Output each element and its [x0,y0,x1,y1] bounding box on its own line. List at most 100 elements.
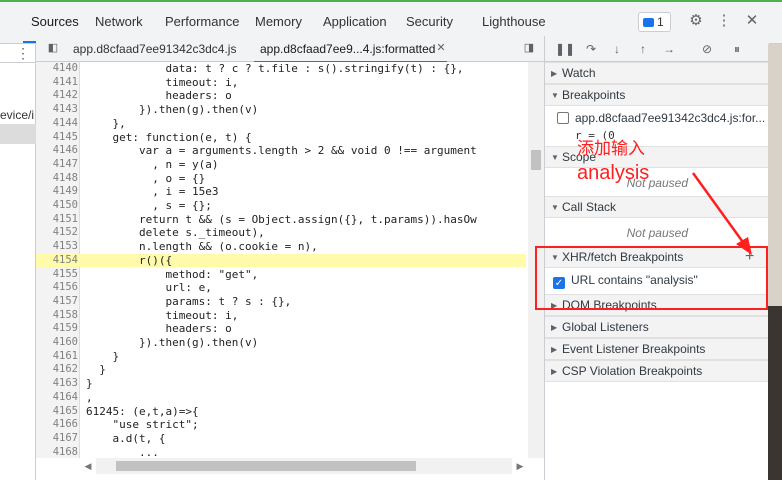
line-number[interactable]: 4162 [36,363,78,377]
gear-icon[interactable]: ⚙ [686,11,706,31]
code-line[interactable]: 4150 , s = {}; [36,199,526,213]
pause-icon[interactable]: ❚❚ [555,41,575,57]
line-number[interactable]: 4159 [36,322,78,336]
code-line[interactable]: 4146 var a = arguments.length > 2 && voi… [36,144,526,158]
toggle-navigator-icon[interactable]: ◧ [46,41,60,55]
code-editor[interactable]: 4140 data: t ? c ? t.file : s().stringif… [36,62,544,458]
more-vertical-icon[interactable]: ⋮ [714,11,734,31]
code-line[interactable]: 4144 }, [36,117,526,131]
code-line[interactable]: 4153 n.length && (o.cookie = n), [36,240,526,254]
line-number[interactable]: 4154 [36,254,78,268]
line-number[interactable]: 4149 [36,185,78,199]
code-line[interactable]: 4152 delete s._timeout), [36,226,526,240]
section-watch[interactable]: ▶ Watch [545,62,769,84]
line-number[interactable]: 4144 [36,117,78,131]
section-call-stack[interactable]: ▼ Call Stack [545,196,769,218]
scroll-thumb[interactable] [531,150,541,170]
navigator-item[interactable]: evice/i [0,108,34,122]
code-line[interactable]: 4148 , o = {} [36,172,526,186]
code-line[interactable]: 4141 timeout: i, [36,76,526,90]
issues-button[interactable]: 1 [638,12,671,32]
code-line[interactable]: 4157 params: t ? s : {}, [36,295,526,309]
line-number[interactable]: 4150 [36,199,78,213]
line-number[interactable]: 4143 [36,103,78,117]
code-line[interactable]: 4167 a.d(t, { [36,432,526,446]
code-line[interactable]: 4168 ... [36,446,526,458]
pause-on-exceptions-icon[interactable]: ⏸ [729,41,745,57]
code-line[interactable]: 4147 , n = y(a) [36,158,526,172]
line-number[interactable]: 4164 [36,391,78,405]
code-line[interactable]: 4163} [36,377,526,391]
code-line[interactable]: 4154 r()({ [36,253,526,268]
line-number[interactable]: 4157 [36,295,78,309]
line-number[interactable]: 4166 [36,418,78,432]
step-into-icon[interactable]: ↓ [609,41,625,57]
section-breakpoints[interactable]: ▼ Breakpoints [545,84,769,106]
scroll-left-icon[interactable]: ◀ [80,458,96,474]
line-number[interactable]: 4165 [36,405,78,419]
line-number[interactable]: 4156 [36,281,78,295]
close-tab-icon[interactable]: ✕ [434,41,448,55]
code-line[interactable]: 4159 headers: o [36,322,526,336]
tab-sources[interactable]: Sources [23,12,87,43]
line-number[interactable]: 4142 [36,89,78,103]
line-number[interactable]: 4151 [36,213,78,227]
line-number[interactable]: 4141 [36,76,78,90]
code-line[interactable]: 4151 return t && (s = Object.assign({}, … [36,213,526,227]
editor-horizontal-scrollbar[interactable] [96,458,512,474]
code-line[interactable]: 4161 } [36,350,526,364]
code-line[interactable]: 4162 } [36,363,526,377]
navigator-selected-row[interactable] [0,124,36,144]
line-number[interactable]: 4163 [36,377,78,391]
line-number[interactable]: 4148 [36,172,78,186]
toggle-debugger-icon[interactable]: ◨ [522,41,536,55]
code-line[interactable]: 4142 headers: o [36,89,526,103]
line-number[interactable]: 4153 [36,240,78,254]
tab-performance[interactable]: Performance [163,12,241,32]
section-global-listeners[interactable]: ▶ Global Listeners [545,316,769,338]
code-line[interactable]: 4140 data: t ? c ? t.file : s().stringif… [36,62,526,76]
file-tab-app-js[interactable]: app.d8cfaad7ee91342c3dc4.js [73,42,236,56]
code-line[interactable]: 4164, [36,391,526,405]
line-number[interactable]: 4158 [36,309,78,323]
line-number[interactable]: 4168 [36,446,78,458]
code-line[interactable]: 4166 "use strict"; [36,418,526,432]
breakpoint-checkbox[interactable] [557,112,569,124]
code-line[interactable]: 4155 method: "get", [36,268,526,282]
deactivate-breakpoints-icon[interactable]: ⊘ [699,41,715,57]
code-line[interactable]: 4160 }).then(g).then(v) [36,336,526,350]
tab-network[interactable]: Network [93,12,145,32]
tab-application[interactable]: Application [321,12,389,32]
section-csp-violation-breakpoints[interactable]: ▶ CSP Violation Breakpoints [545,360,769,382]
more-vertical-icon[interactable]: ⋮ [0,44,36,63]
tab-security[interactable]: Security [404,12,455,32]
background-window-edge [768,44,782,480]
line-number[interactable]: 4152 [36,226,78,240]
tab-memory[interactable]: Memory [253,12,304,32]
line-number[interactable]: 4167 [36,432,78,446]
code-text: } [86,377,93,391]
line-number[interactable]: 4146 [36,144,78,158]
code-line[interactable]: 4145 get: function(e, t) { [36,131,526,145]
step-over-icon[interactable]: ↷ [583,41,599,57]
code-line[interactable]: 4143 }).then(g).then(v) [36,103,526,117]
code-line[interactable]: 4158 timeout: i, [36,309,526,323]
line-number[interactable]: 4160 [36,336,78,350]
breakpoint-item[interactable]: app.d8cfaad7ee91342c3dc4.js:for... [557,111,767,129]
code-line[interactable]: 4156 url: e, [36,281,526,295]
file-tab-app-formatted[interactable]: app.d8cfaad7ee9...4.js:formatted [253,42,448,63]
code-line[interactable]: 4149 , i = 15e3 [36,185,526,199]
step-out-icon[interactable]: ↑ [635,41,651,57]
line-number[interactable]: 4161 [36,350,78,364]
scroll-thumb[interactable] [116,461,416,471]
step-icon[interactable]: → [661,41,677,57]
line-number[interactable]: 4155 [36,268,78,282]
scroll-right-icon[interactable]: ▶ [512,458,528,474]
code-line[interactable]: 4165 61245: (e,t,a)=>{ [36,405,526,419]
line-number[interactable]: 4140 [36,62,78,76]
section-event-listener-breakpoints[interactable]: ▶ Event Listener Breakpoints [545,338,769,360]
close-icon[interactable]: ✕ [742,11,762,31]
line-number[interactable]: 4147 [36,158,78,172]
tab-lighthouse[interactable]: Lighthouse [480,12,548,32]
line-number[interactable]: 4145 [36,131,78,145]
